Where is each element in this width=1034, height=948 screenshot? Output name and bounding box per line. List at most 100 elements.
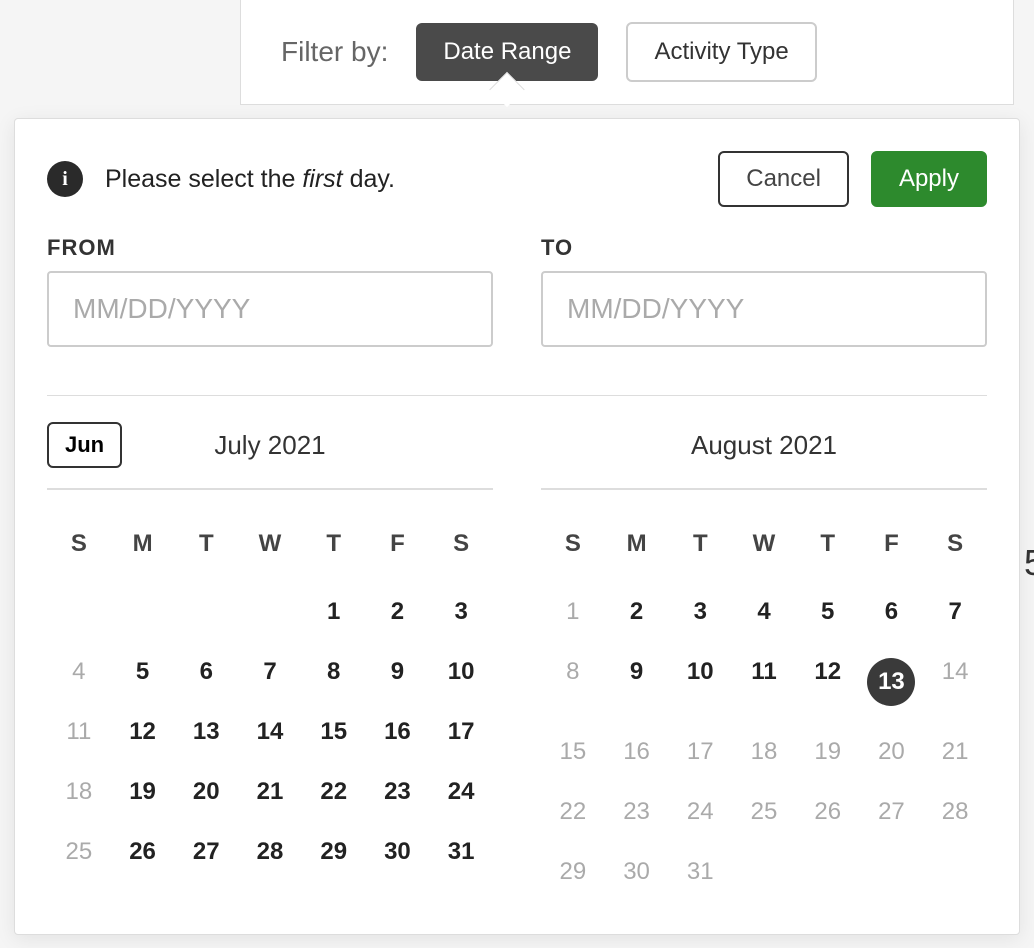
divider — [47, 395, 987, 396]
calendar-day[interactable]: 22 — [541, 782, 605, 842]
calendar-day[interactable]: 6 — [174, 642, 238, 702]
calendar-day[interactable]: 29 — [541, 842, 605, 902]
day-of-week: T — [796, 518, 860, 582]
calendar-day[interactable]: 21 — [923, 722, 987, 782]
calendar-day[interactable]: 22 — [302, 762, 366, 822]
calendar-day[interactable]: 19 — [796, 722, 860, 782]
day-of-week: S — [541, 518, 605, 582]
calendar-day[interactable]: 29 — [302, 822, 366, 882]
cal-divider-left — [47, 488, 493, 490]
calendar-day[interactable]: 18 — [47, 762, 111, 822]
filter-activity-type[interactable]: Activity Type — [626, 22, 816, 82]
calendar-day[interactable]: 12 — [796, 642, 860, 722]
to-field: TO — [541, 235, 987, 347]
calendar-day[interactable]: 18 — [732, 722, 796, 782]
calendar-day[interactable]: 7 — [238, 642, 302, 702]
info-prefix: Please select the — [105, 165, 302, 193]
calendar-day[interactable]: 5 — [796, 582, 860, 642]
button-group: Cancel Apply — [718, 151, 987, 207]
calendar-day[interactable]: 13 — [174, 702, 238, 762]
apply-button[interactable]: Apply — [871, 151, 987, 207]
to-label: TO — [541, 235, 987, 261]
calendar-day[interactable]: 2 — [366, 582, 430, 642]
calendar-day[interactable]: 23 — [605, 782, 669, 842]
day-of-week: W — [732, 518, 796, 582]
calendar-day[interactable]: 15 — [302, 702, 366, 762]
from-field: FROM — [47, 235, 493, 347]
prev-month-button[interactable]: Jun — [47, 422, 122, 468]
calendar-day[interactable]: 9 — [605, 642, 669, 722]
calendar-day[interactable]: 25 — [47, 822, 111, 882]
calendar-day[interactable]: 7 — [923, 582, 987, 642]
calendar-day[interactable]: 16 — [366, 702, 430, 762]
calendar-day[interactable]: 15 — [541, 722, 605, 782]
calendar-day[interactable]: 27 — [174, 822, 238, 882]
month-title-right: August 2021 — [541, 430, 987, 461]
cal-header-right: August 2021 — [541, 420, 987, 470]
info-group: i Please select the first day. — [47, 161, 395, 197]
calendar-day[interactable]: 4 — [47, 642, 111, 702]
calendar-day[interactable]: 16 — [605, 722, 669, 782]
calendar-day[interactable]: 20 — [174, 762, 238, 822]
calendar-day[interactable]: 17 — [429, 702, 493, 762]
background-peek: 5 — [1024, 542, 1034, 584]
calendar-day[interactable]: 10 — [668, 642, 732, 722]
calendar-day[interactable]: 1 — [541, 582, 605, 642]
calendar-day[interactable]: 23 — [366, 762, 430, 822]
cancel-button[interactable]: Cancel — [718, 151, 849, 207]
from-input[interactable] — [47, 271, 493, 347]
calendar-empty — [238, 582, 302, 642]
calendar-day[interactable]: 19 — [111, 762, 175, 822]
calendar-left: Jun July 2021 SMTWTFS1234567891011121314… — [47, 420, 493, 902]
calendar-day[interactable]: 3 — [668, 582, 732, 642]
filter-label: Filter by: — [281, 36, 388, 68]
calendar-day[interactable]: 2 — [605, 582, 669, 642]
day-of-week: W — [238, 518, 302, 582]
cal-grid-right: SMTWTFS123456789101112131415161718192021… — [541, 518, 987, 902]
calendar-day[interactable]: 14 — [238, 702, 302, 762]
date-range-popover: i Please select the first day. Cancel Ap… — [14, 118, 1020, 935]
calendar-day[interactable]: 21 — [238, 762, 302, 822]
info-icon: i — [47, 161, 83, 197]
calendar-day[interactable]: 4 — [732, 582, 796, 642]
popover-header: i Please select the first day. Cancel Ap… — [47, 151, 987, 207]
info-text: Please select the first day. — [105, 165, 395, 194]
day-of-week: S — [429, 518, 493, 582]
calendar-day[interactable]: 1 — [302, 582, 366, 642]
calendar-day[interactable]: 28 — [923, 782, 987, 842]
calendar-empty — [47, 582, 111, 642]
calendar-day[interactable]: 20 — [860, 722, 924, 782]
calendar-day[interactable]: 17 — [668, 722, 732, 782]
calendar-day[interactable]: 24 — [429, 762, 493, 822]
calendar-day[interactable]: 3 — [429, 582, 493, 642]
calendar-day[interactable]: 11 — [732, 642, 796, 722]
filter-date-range[interactable]: Date Range — [416, 23, 598, 81]
calendar-day[interactable]: 8 — [302, 642, 366, 702]
calendar-day[interactable]: 26 — [796, 782, 860, 842]
calendar-day[interactable]: 6 — [860, 582, 924, 642]
calendar-day[interactable]: 12 — [111, 702, 175, 762]
calendar-day[interactable]: 14 — [923, 642, 987, 722]
calendar-day[interactable]: 9 — [366, 642, 430, 702]
calendar-day[interactable]: 8 — [541, 642, 605, 722]
calendars: Jun July 2021 SMTWTFS1234567891011121314… — [47, 420, 987, 902]
calendar-day[interactable]: 26 — [111, 822, 175, 882]
calendar-day[interactable]: 31 — [668, 842, 732, 902]
calendar-day[interactable]: 28 — [238, 822, 302, 882]
calendar-day[interactable]: 13 — [860, 642, 924, 722]
calendar-day[interactable]: 24 — [668, 782, 732, 842]
calendar-day[interactable]: 11 — [47, 702, 111, 762]
day-of-week: S — [923, 518, 987, 582]
day-of-week: F — [860, 518, 924, 582]
day-of-week: T — [174, 518, 238, 582]
to-input[interactable] — [541, 271, 987, 347]
calendar-day[interactable]: 31 — [429, 822, 493, 882]
calendar-day[interactable]: 25 — [732, 782, 796, 842]
date-inputs: FROM TO — [47, 235, 987, 347]
day-of-week: M — [111, 518, 175, 582]
calendar-day[interactable]: 30 — [366, 822, 430, 882]
calendar-day[interactable]: 27 — [860, 782, 924, 842]
calendar-day[interactable]: 5 — [111, 642, 175, 702]
calendar-day[interactable]: 30 — [605, 842, 669, 902]
calendar-day[interactable]: 10 — [429, 642, 493, 702]
